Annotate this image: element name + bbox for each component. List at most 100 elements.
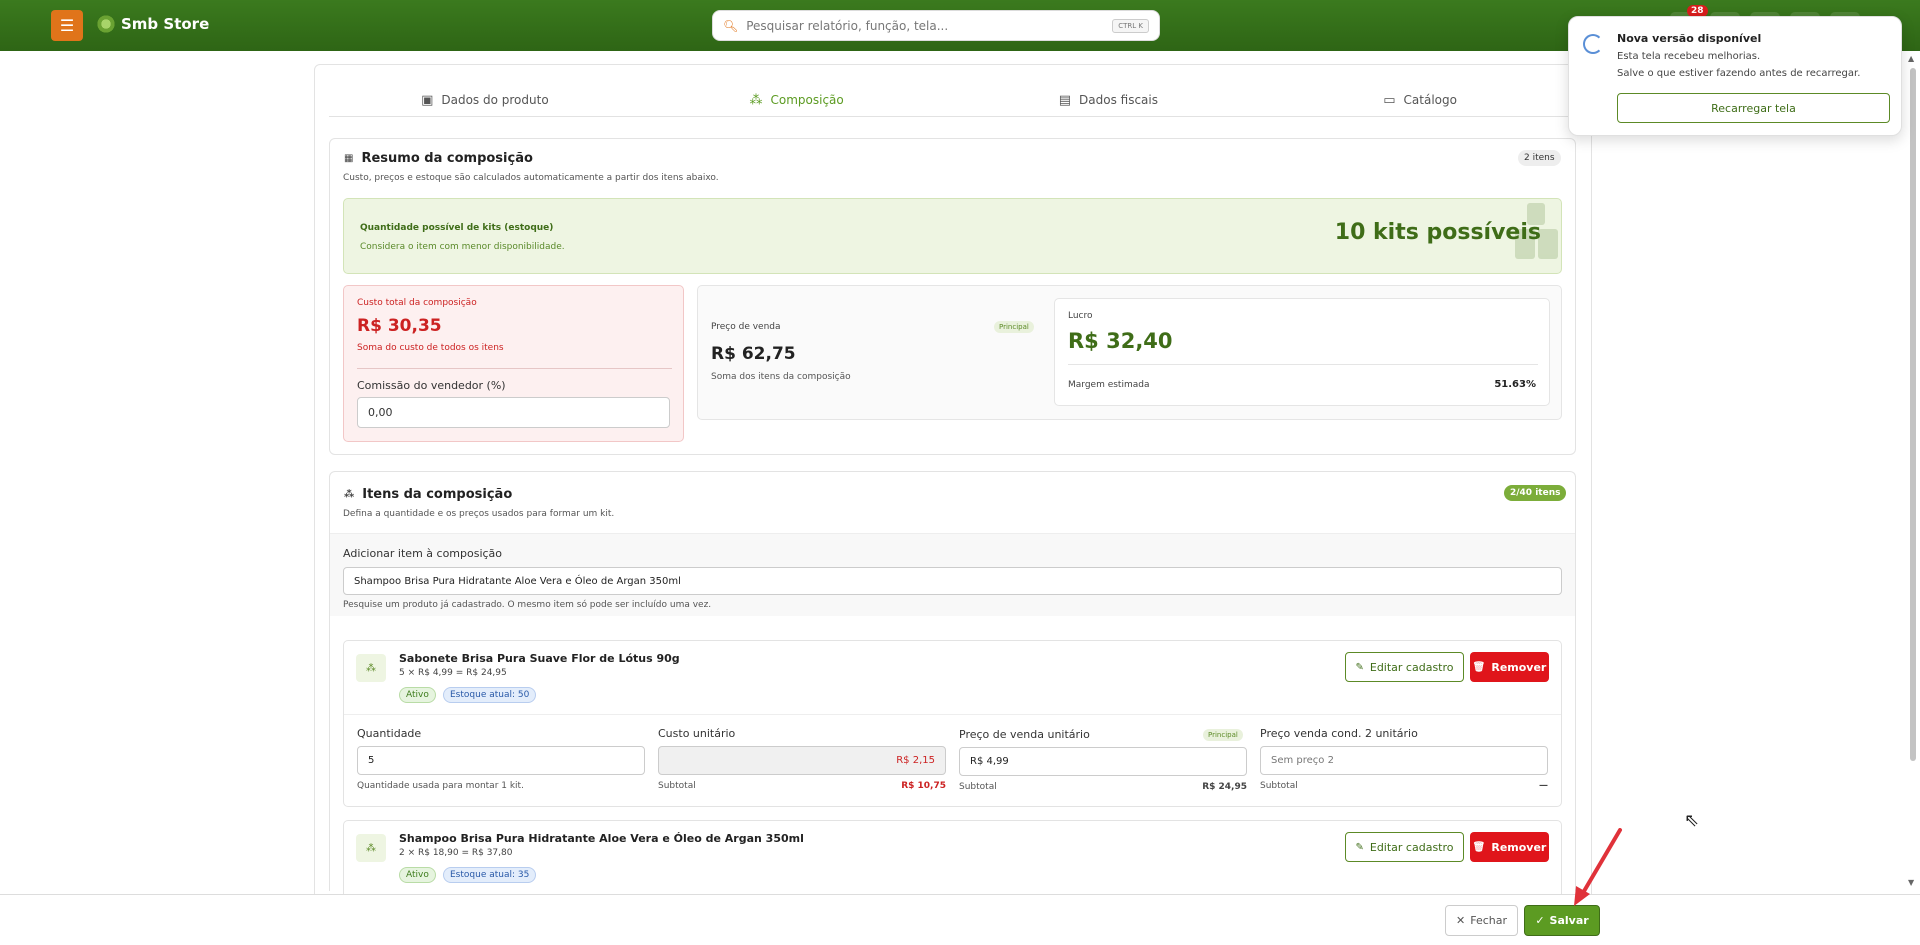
- tab-composicao[interactable]: ⁂ Composição: [641, 84, 953, 116]
- hamburger-menu-button[interactable]: ☰: [51, 10, 83, 41]
- mouse-cursor-icon: ⇖: [1684, 810, 1700, 831]
- summary-description: Custo, preços e estoque são calculados a…: [343, 173, 719, 183]
- global-search[interactable]: 🔍︎ Pesquisar relatório, função, tela... …: [712, 10, 1160, 41]
- unit-price-label: Preço de venda unitário: [959, 728, 1090, 741]
- stock-badge: Estoque atual: 35: [443, 867, 537, 883]
- quantity-label: Quantidade: [357, 727, 422, 740]
- pencil-icon: ✎: [1355, 841, 1364, 853]
- status-badge: Ativo: [399, 867, 436, 883]
- brand-logo[interactable]: Smb Store: [95, 13, 209, 35]
- items-title-text: Itens da composição: [362, 487, 513, 502]
- tab-dados-produto[interactable]: ▣ Dados do produto: [329, 84, 641, 116]
- box-icon: ▣: [421, 92, 434, 108]
- remove-item-button[interactable]: 🗑︎ Remover: [1470, 652, 1549, 682]
- search-shortcut: CTRL K: [1112, 18, 1149, 33]
- tab-label: Catálogo: [1403, 93, 1457, 107]
- reload-page-button[interactable]: Recarregar tela: [1617, 93, 1890, 123]
- brand-name: Smb Store: [121, 15, 210, 33]
- trash-icon: 🗑︎: [1472, 661, 1486, 673]
- cost-subtotal-value: R$ 10,75: [901, 781, 946, 791]
- toast-line-1: Esta tela recebeu melhorias.: [1617, 51, 1761, 62]
- add-item-search-input[interactable]: Shampoo Brisa Pura Hidratante Aloe Vera …: [343, 567, 1562, 595]
- margin-value: 51.63%: [1494, 379, 1536, 390]
- price-panel: Preço de venda Principal R$ 62,75 Soma d…: [697, 285, 1562, 420]
- price2-subtotal-value: —: [1539, 781, 1548, 791]
- cost-value: R$ 30,35: [357, 316, 442, 336]
- hamburger-icon: ☰: [59, 16, 75, 35]
- tab-catalogo[interactable]: ▭ Catálogo: [1264, 84, 1576, 116]
- tab-label: Composição: [770, 93, 844, 107]
- boxes-icon: ⁂: [344, 489, 355, 500]
- kits-possible-box: Quantidade possível de kits (estoque) Co…: [343, 198, 1562, 274]
- toast-line-2: Salve o que estiver fazendo antes de rec…: [1617, 68, 1861, 79]
- trash-icon: 🗑︎: [1472, 841, 1486, 853]
- items-count-badge: 2 itens: [1518, 150, 1561, 166]
- cost-subtotal-label: Subtotal: [658, 781, 696, 791]
- item-calc: 2 × R$ 18,90 = R$ 37,80: [399, 848, 513, 858]
- calculator-icon: ▦: [344, 153, 354, 164]
- update-toast: Nova versão disponível Esta tela recebeu…: [1568, 16, 1902, 136]
- edit-label: Editar cadastro: [1369, 660, 1454, 674]
- price-subtotal-value: R$ 24,95: [1202, 782, 1247, 792]
- pencil-icon: ✎: [1355, 661, 1364, 673]
- item-name: Sabonete Brisa Pura Suave Flor de Lótus …: [399, 652, 680, 665]
- quantity-input[interactable]: 5: [357, 746, 645, 775]
- item-calc: 5 × R$ 4,99 = R$ 24,95: [399, 668, 507, 678]
- search-icon: 🔍︎: [723, 18, 739, 33]
- quantity-help: Quantidade usada para montar 1 kit.: [357, 781, 524, 791]
- cost-sub: Soma do custo de todos os itens: [357, 343, 504, 353]
- unit-cost-field: R$ 2,15: [658, 746, 946, 775]
- margin-label: Margem estimada: [1068, 380, 1150, 390]
- save-label: Salvar: [1549, 914, 1589, 927]
- check-icon: ✓: [1535, 914, 1545, 927]
- divider: [1068, 364, 1538, 365]
- total-cost-box: Custo total da composição R$ 30,35 Soma …: [343, 285, 684, 442]
- close-icon: ✕: [1456, 914, 1466, 927]
- close-label: Fechar: [1470, 914, 1507, 927]
- document-icon: ▤: [1058, 92, 1072, 108]
- search-placeholder: Pesquisar relatório, função, tela...: [746, 18, 949, 33]
- toast-title: Nova versão disponível: [1617, 32, 1762, 45]
- tab-dados-fiscais[interactable]: ▤ Dados fiscais: [953, 84, 1265, 116]
- divider: [357, 368, 672, 369]
- composition-item-card: ⁂ Sabonete Brisa Pura Suave Flor de Lótu…: [343, 640, 1562, 807]
- profit-box: Lucro R$ 32,40 Margem estimada 51.63%: [1054, 298, 1550, 406]
- close-button[interactable]: ✕ Fechar: [1445, 905, 1518, 936]
- scroll-up-icon[interactable]: ▲: [1908, 54, 1914, 63]
- status-badge: Ativo: [399, 687, 436, 703]
- edit-item-button[interactable]: ✎ Editar cadastro: [1345, 832, 1464, 862]
- remove-label: Remover: [1491, 840, 1547, 854]
- items-description: Defina a quantidade e os preços usados p…: [343, 509, 615, 519]
- scroll-down-icon[interactable]: ▼: [1908, 878, 1914, 887]
- commission-label: Comissão do vendedor (%): [357, 379, 506, 392]
- add-item-help: Pesquise um produto já cadastrado. O mes…: [343, 600, 712, 610]
- divider: [344, 714, 1561, 715]
- price-subtotal-label: Subtotal: [959, 782, 997, 792]
- profit-value: R$ 32,40: [1068, 329, 1173, 353]
- edit-item-button[interactable]: ✎ Editar cadastro: [1345, 652, 1464, 682]
- boxes-icon: [1515, 203, 1558, 259]
- kits-label: Quantidade possível de kits (estoque): [360, 223, 554, 233]
- logo-icon: [95, 13, 117, 35]
- principal-badge: Principal: [1203, 729, 1243, 741]
- unit-price-input[interactable]: R$ 4,99: [959, 747, 1247, 776]
- item-name: Shampoo Brisa Pura Hidratante Aloe Vera …: [399, 832, 804, 845]
- tab-label: Dados do produto: [441, 93, 549, 107]
- annotation-arrow-icon: [1574, 828, 1622, 906]
- scrollbar-thumb[interactable]: [1910, 68, 1916, 761]
- remove-label: Remover: [1491, 660, 1547, 674]
- save-button[interactable]: ✓ Salvar: [1524, 905, 1600, 936]
- boxes-icon: ⁂: [356, 654, 386, 682]
- form-footer: [0, 894, 1920, 945]
- remove-item-button[interactable]: 🗑︎ Remover: [1470, 832, 1549, 862]
- sale-price-label: Preço de venda: [711, 322, 781, 332]
- boxes-icon: ⁂: [749, 92, 763, 108]
- commission-input[interactable]: 0,00: [357, 397, 670, 428]
- price2-input[interactable]: Sem preço 2: [1260, 746, 1548, 775]
- items-limit-badge: 2/40 itens: [1504, 485, 1567, 501]
- kits-value: 10 kits possíveis: [1334, 220, 1541, 245]
- summary-title-text: Resumo da composição: [361, 151, 533, 166]
- edit-label: Editar cadastro: [1369, 840, 1454, 854]
- profit-label: Lucro: [1068, 311, 1093, 321]
- cost-label: Custo total da composição: [357, 298, 477, 308]
